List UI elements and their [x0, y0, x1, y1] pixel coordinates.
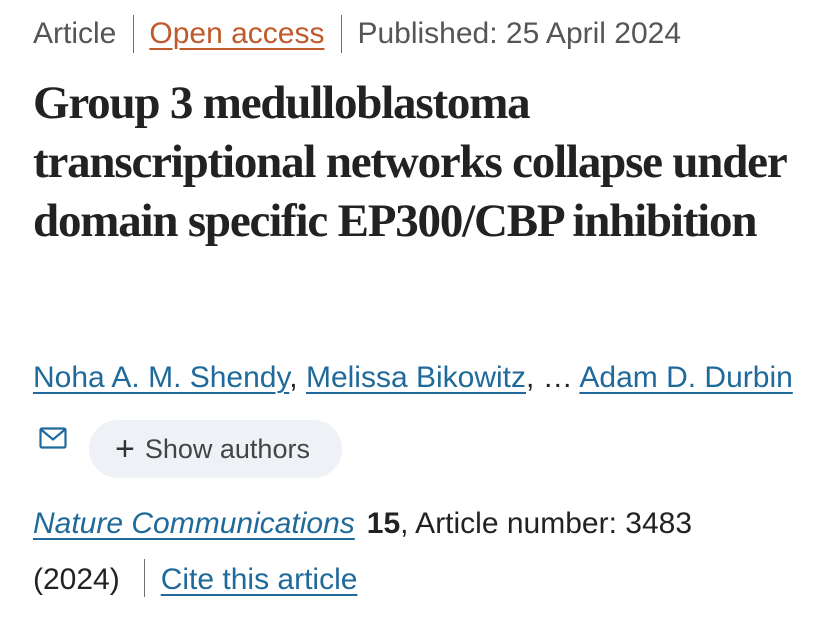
author-separator: ,	[526, 361, 535, 394]
citation-info: Nature Communications 15, Article number:…	[33, 496, 803, 608]
author-ellipsis: …	[542, 361, 573, 394]
published-date: Published: 25 April 2024	[357, 17, 682, 50]
open-access-link[interactable]: Open access	[149, 17, 324, 51]
plus-icon: +	[115, 430, 135, 469]
journal-volume: 15	[366, 507, 401, 540]
meta-divider	[341, 15, 343, 53]
citation-divider	[143, 559, 145, 597]
mail-icon[interactable]	[39, 409, 67, 471]
meta-divider	[133, 15, 135, 53]
author-list: Noha A. M. Shendy, Melissa Bikowitz, … A…	[33, 347, 793, 479]
author-link[interactable]: Adam D. Durbin	[579, 361, 792, 394]
cite-article-link[interactable]: Cite this article	[161, 563, 358, 596]
article-meta: Article Open access Published: 25 April …	[33, 14, 681, 54]
journal-link[interactable]: Nature Communications	[33, 507, 355, 540]
show-authors-button[interactable]: + Show authors	[89, 420, 342, 479]
article-type: Article	[33, 17, 117, 50]
article-title: Group 3 medulloblastoma transcriptional …	[33, 77, 787, 247]
article-number: , Article number: 3483	[400, 507, 692, 540]
publication-year: (2024)	[33, 563, 120, 596]
author-link[interactable]: Melissa Bikowitz	[306, 361, 526, 394]
author-separator: ,	[289, 361, 298, 394]
author-link[interactable]: Noha A. M. Shendy	[33, 361, 289, 394]
show-authors-label: Show authors	[144, 433, 310, 464]
